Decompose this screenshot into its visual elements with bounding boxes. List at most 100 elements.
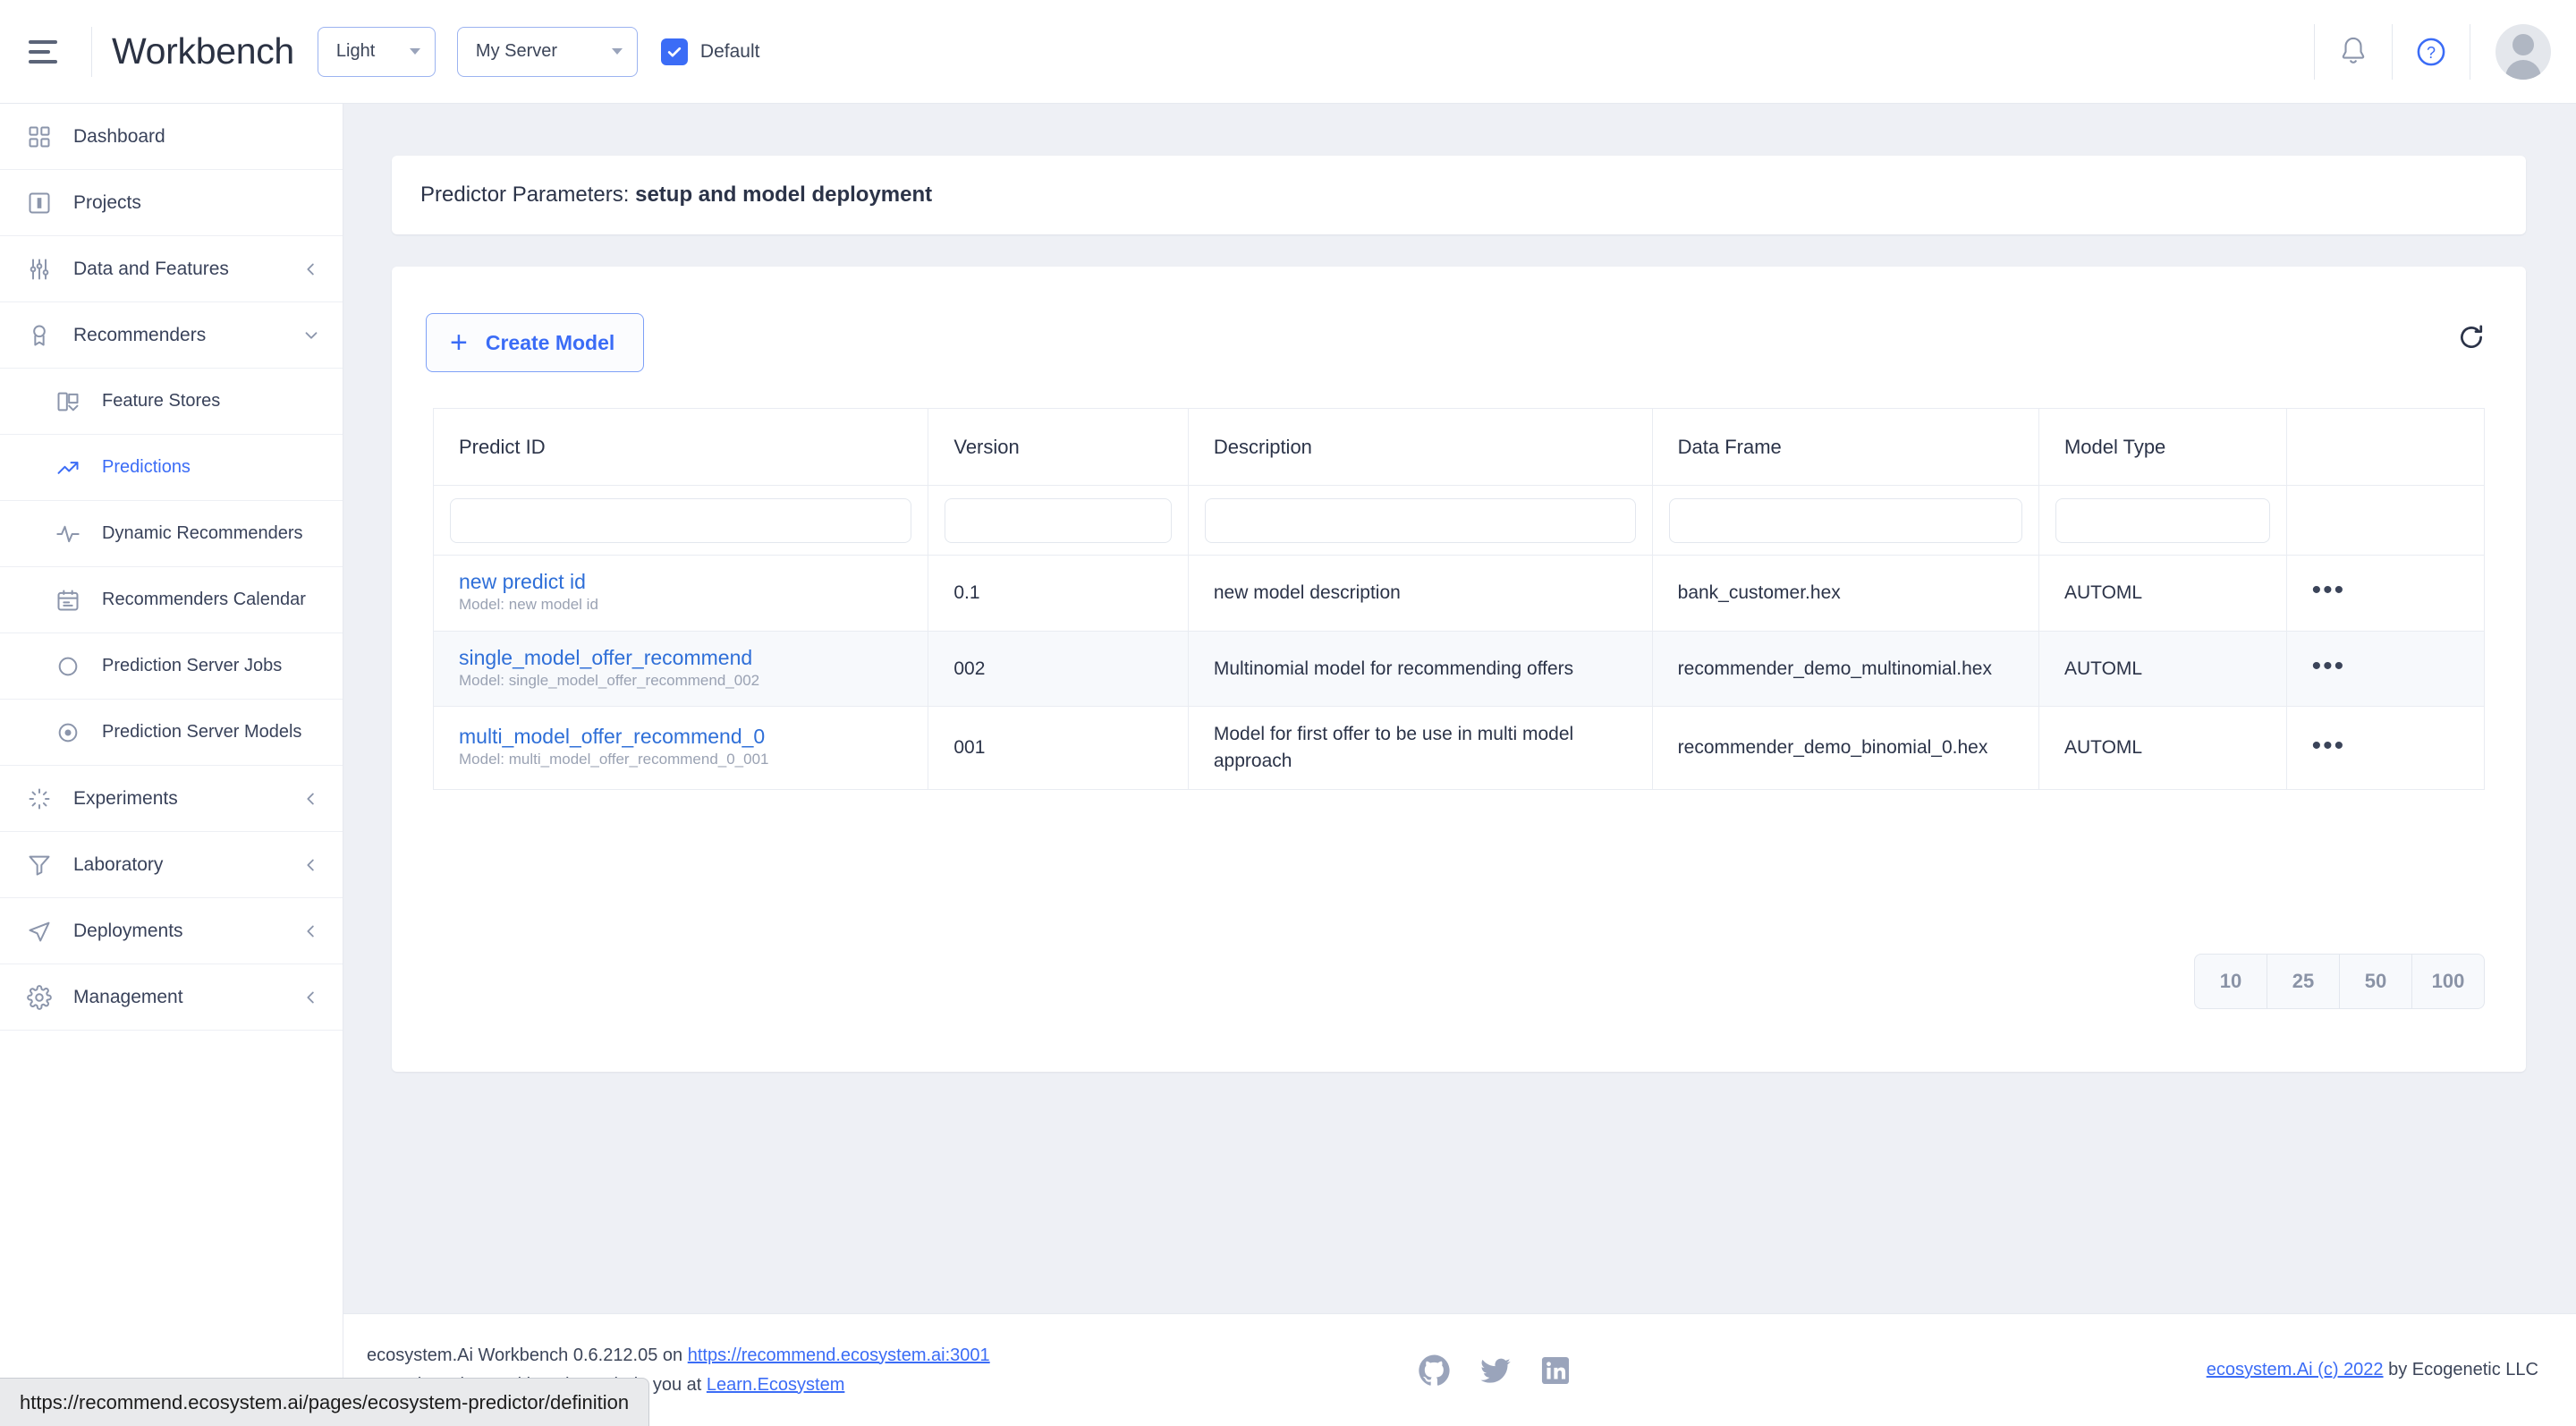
page-size-100[interactable]: 100 [2411,954,2485,1009]
data-frame-value: bank_customer.hex [1678,582,1841,603]
sidebar-item-laboratory[interactable]: Laboratory [0,832,343,898]
notifications-button[interactable] [2315,0,2392,103]
cell-description: new model description [1188,556,1652,632]
cell-description: Multinomial model for recommending offer… [1188,631,1652,707]
column-header-model-type[interactable]: Model Type [2038,409,2286,486]
column-header-predict-id[interactable]: Predict ID [434,409,928,486]
table-filter-row [434,486,2485,556]
sidebar-item-dashboard[interactable]: Dashboard [0,104,343,170]
cell-predict-id: new predict idModel: new model id [434,556,928,632]
theme-select[interactable]: Light [318,27,436,77]
filter-input-data-frame[interactable] [1669,498,2022,543]
sidebar-item-prediction-server-jobs[interactable]: Prediction Server Jobs [0,633,343,700]
filter-input-version[interactable] [945,498,1172,543]
predictions-table: Predict IDVersionDescriptionData FrameMo… [433,408,2485,790]
refresh-button[interactable] [2456,322,2487,357]
filter-input-predict-id[interactable] [450,498,911,543]
sidebar-item-label: Deployments [73,921,183,942]
sidebar-item-chevron[interactable] [301,988,321,1007]
sidebar-item-feature-stores[interactable]: Feature Stores [0,369,343,435]
help-button[interactable]: ? [2393,0,2470,103]
column-header-data-frame[interactable]: Data Frame [1652,409,2038,486]
project-board-icon [21,191,57,216]
predictions-table-wrapper: Predict IDVersionDescriptionData FrameMo… [433,408,2485,790]
avatar-container [2470,24,2576,80]
sidebar-item-prediction-server-models[interactable]: Prediction Server Models [0,700,343,766]
sidebar-item-chevron[interactable] [301,855,321,875]
footer-server-link[interactable]: https://recommend.ecosystem.ai:3001 [688,1345,990,1365]
page-size-25[interactable]: 25 [2267,954,2340,1009]
sidebar: Dashboard Projects Data and Features Recomm… [0,104,343,1426]
footer-copyright: ecosystem.Ai (c) 2022 by Ecogenetic LLC [2207,1360,2538,1380]
avatar[interactable] [2496,24,2551,80]
server-select[interactable]: My Server [457,27,638,77]
sidebar-item-recommenders-calendar[interactable]: Recommenders Calendar [0,567,343,633]
twitter-icon[interactable] [1478,1353,1513,1388]
footer-version-text: ecosystem.Ai Workbench 0.6.212.05 on [367,1345,688,1365]
page-size-50[interactable]: 50 [2339,954,2412,1009]
sidebar-item-deployments[interactable]: Deployments [0,898,343,964]
table-row[interactable]: new predict idModel: new model id 0.1 new … [434,556,2485,632]
trending-up-icon [50,455,86,480]
sidebar-item-label: Recommenders [73,325,206,346]
footer-copyright-rest: by Ecogenetic LLC [2384,1360,2538,1379]
checkbox-box[interactable] [661,38,688,65]
predict-id-link[interactable]: new predict id [459,570,902,594]
sidebar-item-label: Dynamic Recommenders [102,523,303,544]
version-value: 0.1 [953,582,979,603]
cell-predict-id: single_model_offer_recommendModel: singl… [434,631,928,707]
sidebar-item-label: Projects [73,192,141,214]
predict-id-link[interactable]: single_model_offer_recommend [459,646,902,670]
predict-id-link[interactable]: multi_model_offer_recommend_0 [459,725,902,749]
badge-person-icon [21,323,57,348]
footer-copyright-link[interactable]: ecosystem.Ai (c) 2022 [2207,1360,2384,1379]
hamburger-menu-icon[interactable] [29,34,70,70]
linkedin-icon[interactable] [1538,1354,1572,1388]
github-icon[interactable] [1417,1353,1453,1388]
description-value: Model for first offer to be use in multi… [1214,724,1573,771]
column-header-description[interactable]: Description [1188,409,1652,486]
chevron-left-icon [301,855,321,875]
hamburger-line [29,40,57,44]
circle-icon [50,654,86,679]
sidebar-item-recommenders[interactable]: Recommenders [0,302,343,369]
row-actions-menu-icon[interactable]: ••• [2312,651,2346,681]
sidebar-item-dynamic-recommenders[interactable]: Dynamic Recommenders [0,501,343,567]
create-model-button[interactable]: + Create Model [426,313,644,372]
sidebar-item-projects[interactable]: Projects [0,170,343,236]
sidebar-item-data-and-features[interactable]: Data and Features [0,236,343,302]
filter-input-description[interactable] [1205,498,1636,543]
chevron-left-icon [301,259,321,279]
chevron-down-icon [410,48,420,55]
page-title-panel: Predictor Parameters: setup and model de… [392,156,2526,234]
table-header-row: Predict IDVersionDescriptionData FrameMo… [434,409,2485,486]
toolbar: + Create Model [426,313,644,372]
sidebar-item-chevron[interactable] [301,326,321,345]
footer-social-links [1417,1353,1572,1388]
column-header-actions[interactable] [2286,409,2484,486]
app-title: Workbench [112,30,294,72]
chevron-down-icon [612,48,623,55]
table-body: new predict idModel: new model id 0.1 new … [434,486,2485,790]
table-row[interactable]: single_model_offer_recommendModel: singl… [434,631,2485,707]
sidebar-item-chevron[interactable] [301,789,321,809]
cell-data-frame: recommender_demo_multinomial.hex [1652,631,2038,707]
sidebar-item-experiments[interactable]: Experiments [0,766,343,832]
sidebar-item-label: Prediction Server Jobs [102,656,282,676]
page-title: Predictor Parameters: setup and model de… [420,182,932,208]
filter-input-model-type[interactable] [2055,498,2270,543]
footer: ecosystem.Ai Workbench 0.6.212.05 on htt… [343,1313,2576,1426]
page-size-10[interactable]: 10 [2194,954,2267,1009]
sidebar-item-chevron[interactable] [301,259,321,279]
sidebar-item-predictions[interactable]: Predictions [0,435,343,501]
default-checkbox[interactable]: Default [661,38,760,65]
divider [91,27,92,77]
table-row[interactable]: multi_model_offer_recommend_0 Model: mult… [434,707,2485,790]
row-actions-menu-icon[interactable]: ••• [2312,731,2346,760]
sidebar-item-chevron[interactable] [301,921,321,941]
column-header-version[interactable]: Version [928,409,1189,486]
row-actions-menu-icon[interactable]: ••• [2312,575,2346,605]
predict-id-model-subtitle: Model: multi_model_offer_recommend_0_001 [459,751,769,768]
sidebar-item-management[interactable]: Management [0,964,343,1031]
footer-learn-link[interactable]: Learn.Ecosystem [707,1375,845,1395]
